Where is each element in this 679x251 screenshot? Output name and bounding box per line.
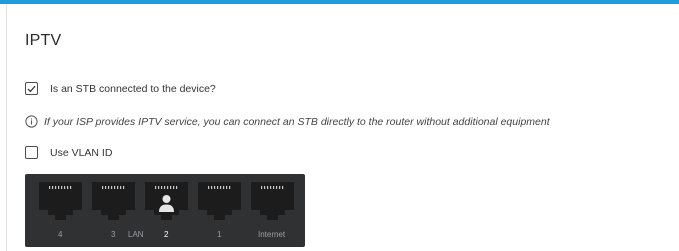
port-lan-3[interactable]: [92, 182, 135, 220]
vlan-row[interactable]: Use VLAN ID: [25, 146, 112, 159]
iptv-panel: IPTV Is an STB connected to the device? …: [7, 4, 679, 251]
stb-connected-checkbox[interactable]: [25, 82, 38, 95]
ethernet-port-icon: [251, 182, 294, 220]
port-lan-1[interactable]: [198, 182, 241, 220]
port-label-internet: Internet: [258, 230, 286, 239]
ethernet-port-icon: [145, 182, 188, 220]
port-label-lan-4: 4: [58, 230, 63, 239]
port-label-lan-2: 2: [164, 230, 169, 239]
port-lan-2[interactable]: [145, 182, 188, 220]
ethernet-port-icon: [198, 182, 241, 220]
use-vlan-label: Use VLAN ID: [50, 146, 113, 159]
lan-group-label: LAN: [128, 230, 144, 239]
port-lan-4[interactable]: [39, 182, 82, 220]
port-label-lan-3: 3: [111, 230, 116, 239]
ethernet-port-icon: [39, 182, 82, 220]
port-label-lan-1: 1: [217, 230, 222, 239]
use-vlan-checkbox[interactable]: [25, 146, 38, 159]
stb-connected-label: Is an STB connected to the device?: [50, 82, 216, 95]
ethernet-port-icon: [92, 182, 135, 220]
port-internet[interactable]: [251, 182, 294, 220]
stb-connected-row[interactable]: Is an STB connected to the device?: [25, 82, 216, 95]
info-icon: [25, 115, 38, 128]
port-panel: 4 3 LAN 2 1 Internet: [25, 174, 305, 247]
iptv-info-row: If your ISP provides IPTV service, you c…: [25, 115, 550, 128]
checkmark-icon: [27, 85, 36, 92]
iptv-info-text: If your ISP provides IPTV service, you c…: [44, 115, 550, 128]
page-title: IPTV: [25, 32, 62, 49]
